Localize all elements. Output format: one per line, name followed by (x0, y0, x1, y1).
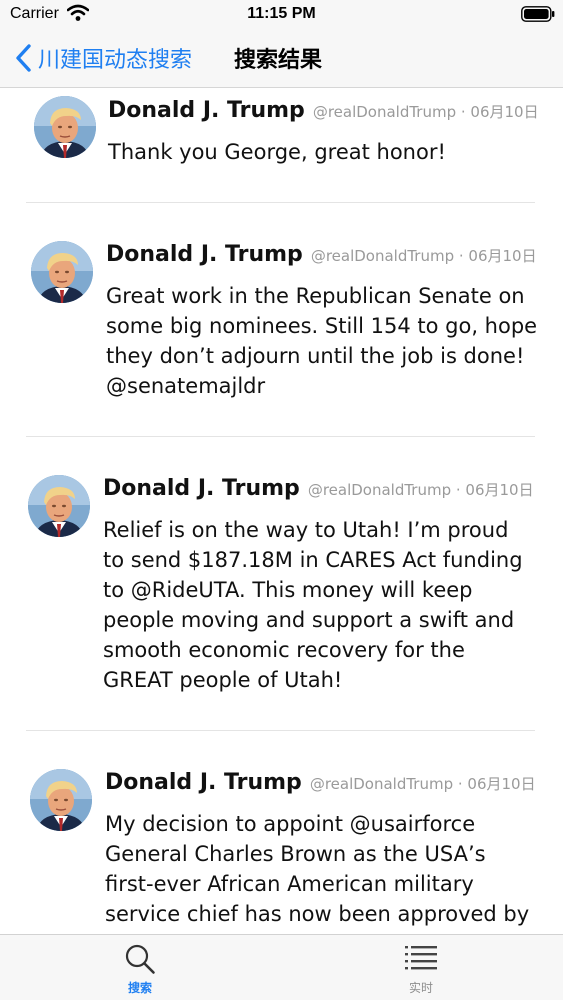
divider (26, 202, 535, 203)
chevron-left-icon (16, 44, 31, 72)
tweet-text: Relief is on the way to Utah! I’m proud … (103, 518, 523, 692)
tab-realtime[interactable]: 实时 (351, 935, 491, 1000)
screen: Carrier 11:15 PM 川建国动态搜索 搜索结果 Donald J. … (0, 0, 563, 1000)
divider (26, 436, 535, 437)
tweet-meta: @realDonaldTrump · 06月10日 (309, 775, 536, 793)
status-bar: Carrier 11:15 PM (0, 0, 563, 28)
author-avatar[interactable] (31, 241, 93, 303)
clock: 11:15 PM (247, 5, 316, 22)
tweet-meta: @realDonaldTrump · 06月10日 (310, 247, 537, 265)
back-label: 川建国动态搜索 (38, 48, 193, 73)
tweet-feed[interactable]: Donald J. Trump @realDonaldTrump · 06月10日… (0, 88, 563, 934)
author-name[interactable]: Donald J. Trump (106, 242, 303, 267)
page-title: 搜索结果 (234, 48, 323, 73)
search-icon (125, 944, 155, 974)
divider (26, 730, 535, 731)
tweet-header: Donald J. Trump @realDonaldTrump · 06月10日 (106, 242, 537, 267)
back-button[interactable]: 川建国动态搜索 (14, 40, 192, 76)
tweet-text: Great work in the Republican Senate on s… (106, 284, 538, 398)
list-icon (405, 946, 437, 970)
tweet-text: Thank you George, great honor! (108, 140, 446, 164)
tweet-meta: @realDonaldTrump · 06月10日 (312, 103, 539, 121)
author-name[interactable]: Donald J. Trump (108, 98, 305, 123)
author-avatar[interactable] (28, 475, 90, 537)
navigation-bar: 川建国动态搜索 搜索结果 (0, 28, 563, 88)
tab-bar: 搜索 实时 (0, 934, 563, 1000)
author-name[interactable]: Donald J. Trump (105, 770, 302, 795)
tab-label: 搜索 (127, 981, 152, 995)
tab-label: 实时 (408, 981, 433, 995)
author-avatar[interactable] (34, 96, 96, 158)
tweet-header: Donald J. Trump @realDonaldTrump · 06月10日 (105, 770, 536, 795)
tweet-meta: @realDonaldTrump · 06月10日 (307, 481, 534, 499)
tweet-text: My decision to appoint @usairforce Gener… (105, 812, 530, 934)
author-name[interactable]: Donald J. Trump (103, 476, 300, 501)
tweet-header: Donald J. Trump @realDonaldTrump · 06月10日 (108, 98, 539, 123)
battery-icon (521, 6, 555, 22)
author-avatar[interactable] (30, 769, 92, 831)
tab-search[interactable]: 搜索 (70, 935, 210, 1000)
tweet-header: Donald J. Trump @realDonaldTrump · 06月10日 (103, 476, 534, 501)
